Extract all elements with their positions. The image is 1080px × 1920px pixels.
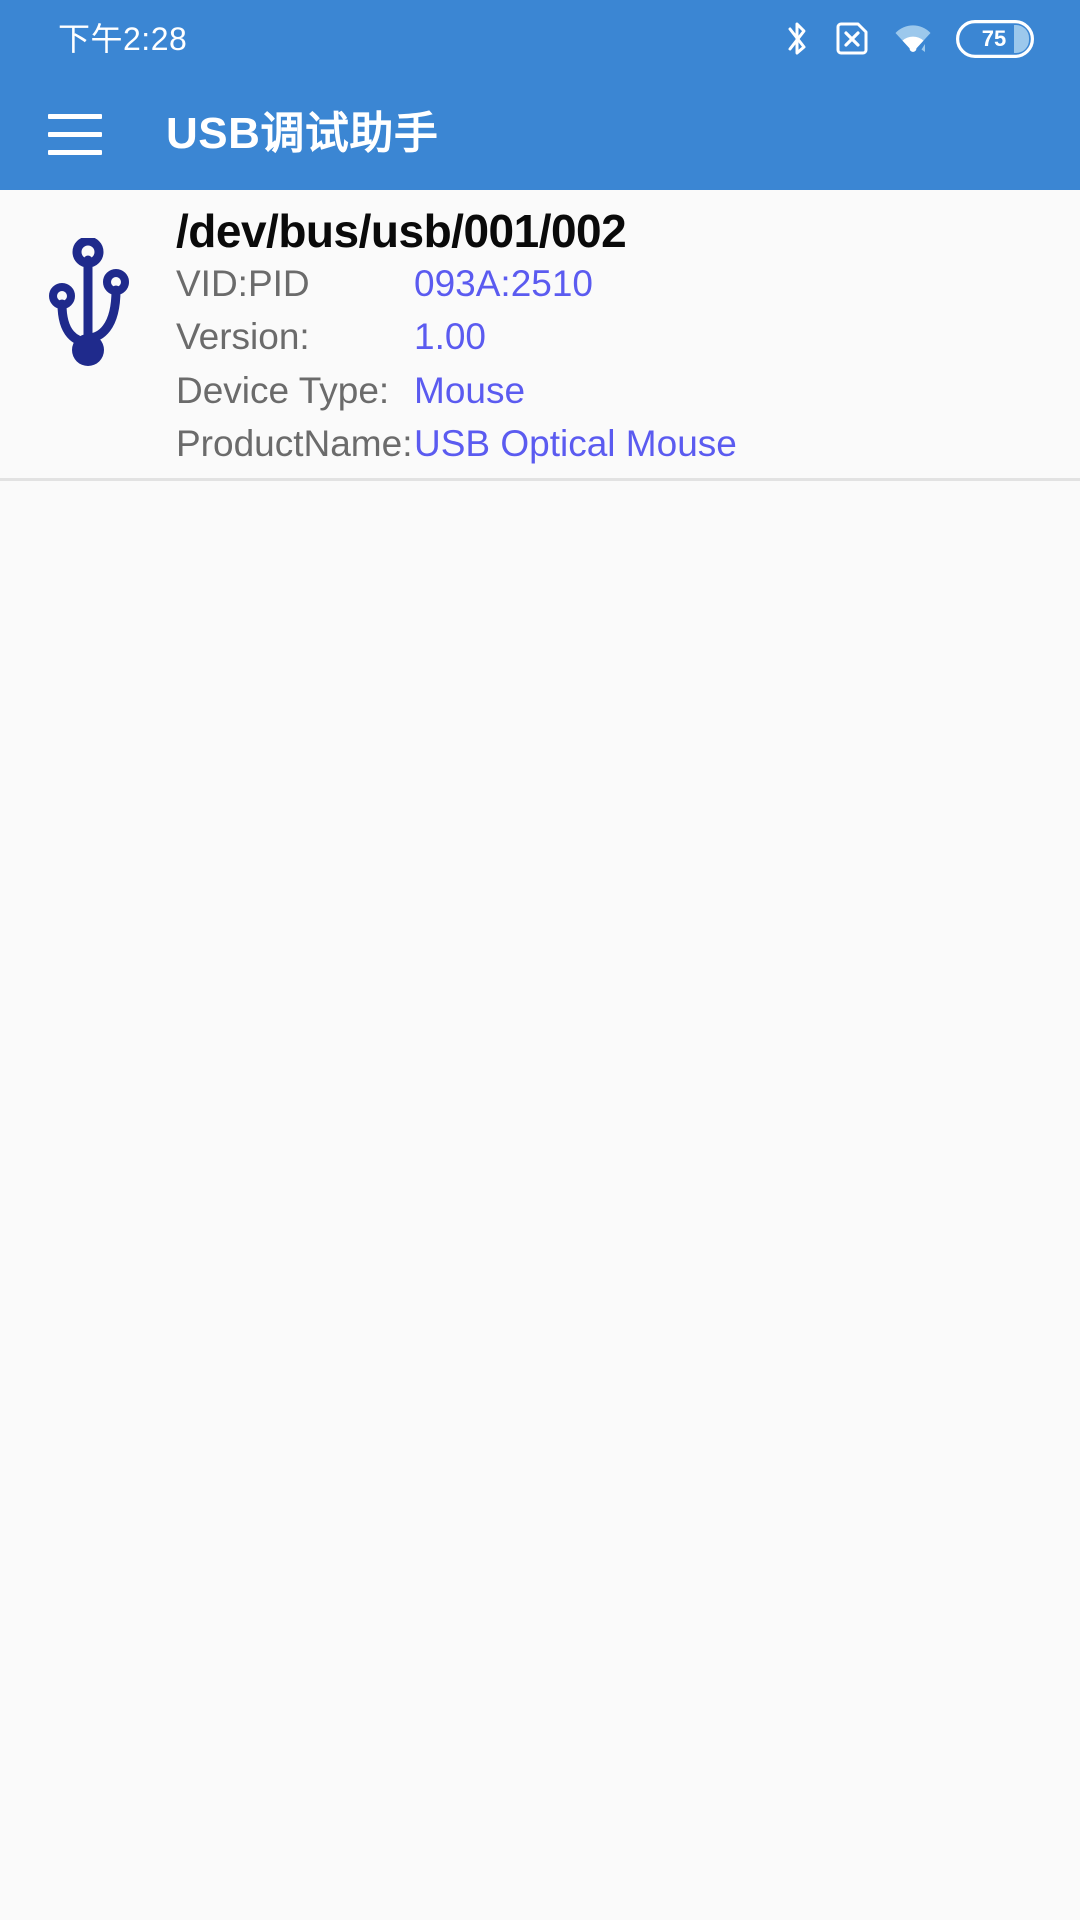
usb-device-details: /dev/bus/usb/001/002 VID:PID 093A:2510 V…: [176, 204, 1080, 468]
status-bar-icons: 75: [784, 20, 1034, 58]
hamburger-menu-icon[interactable]: [48, 101, 114, 167]
sim-card-missing-icon: [832, 20, 870, 58]
device-field-device-type: Device Type: Mouse: [176, 369, 1080, 413]
device-field-label: Device Type:: [176, 369, 390, 411]
device-field-value: 093A:2510: [414, 262, 594, 304]
hamburger-line-2: [48, 131, 102, 137]
device-field-label: VID:PID: [176, 262, 310, 304]
device-path: /dev/bus/usb/001/002: [176, 205, 627, 257]
device-field-version: Version: 1.00: [176, 315, 1080, 359]
battery-icon: 75: [956, 20, 1034, 58]
device-field-product-name: ProductName: USB Optical Mouse: [176, 422, 1080, 466]
status-bar: 下午2:28 75: [0, 0, 1080, 78]
device-field-value: USB Optical Mouse: [414, 423, 737, 465]
title-bar: USB调试助手: [0, 78, 1080, 190]
battery-level-text: 75: [981, 26, 1007, 51]
bluetooth-icon: [784, 20, 810, 58]
usb-icon: [0, 204, 176, 370]
usb-device-list-item[interactable]: /dev/bus/usb/001/002 VID:PID 093A:2510 V…: [0, 190, 1080, 482]
hamburger-line-3: [48, 149, 102, 155]
app-bar: 下午2:28 75 USB调试助手: [0, 0, 1080, 190]
usb-device-list: /dev/bus/usb/001/002 VID:PID 093A:2510 V…: [0, 190, 1080, 482]
status-bar-clock: 下午2:28: [58, 21, 188, 57]
device-field-label: ProductName:: [176, 423, 413, 465]
empty-content-area: [0, 481, 1080, 1862]
device-field-label: Version:: [176, 316, 310, 358]
hamburger-line-1: [48, 113, 102, 119]
wifi-icon: [892, 22, 934, 56]
device-field-value: Mouse: [414, 369, 526, 411]
app-title: USB调试助手: [166, 109, 439, 158]
device-field-vid-pid: VID:PID 093A:2510: [176, 262, 1080, 306]
device-field-value: 1.00: [414, 316, 487, 358]
